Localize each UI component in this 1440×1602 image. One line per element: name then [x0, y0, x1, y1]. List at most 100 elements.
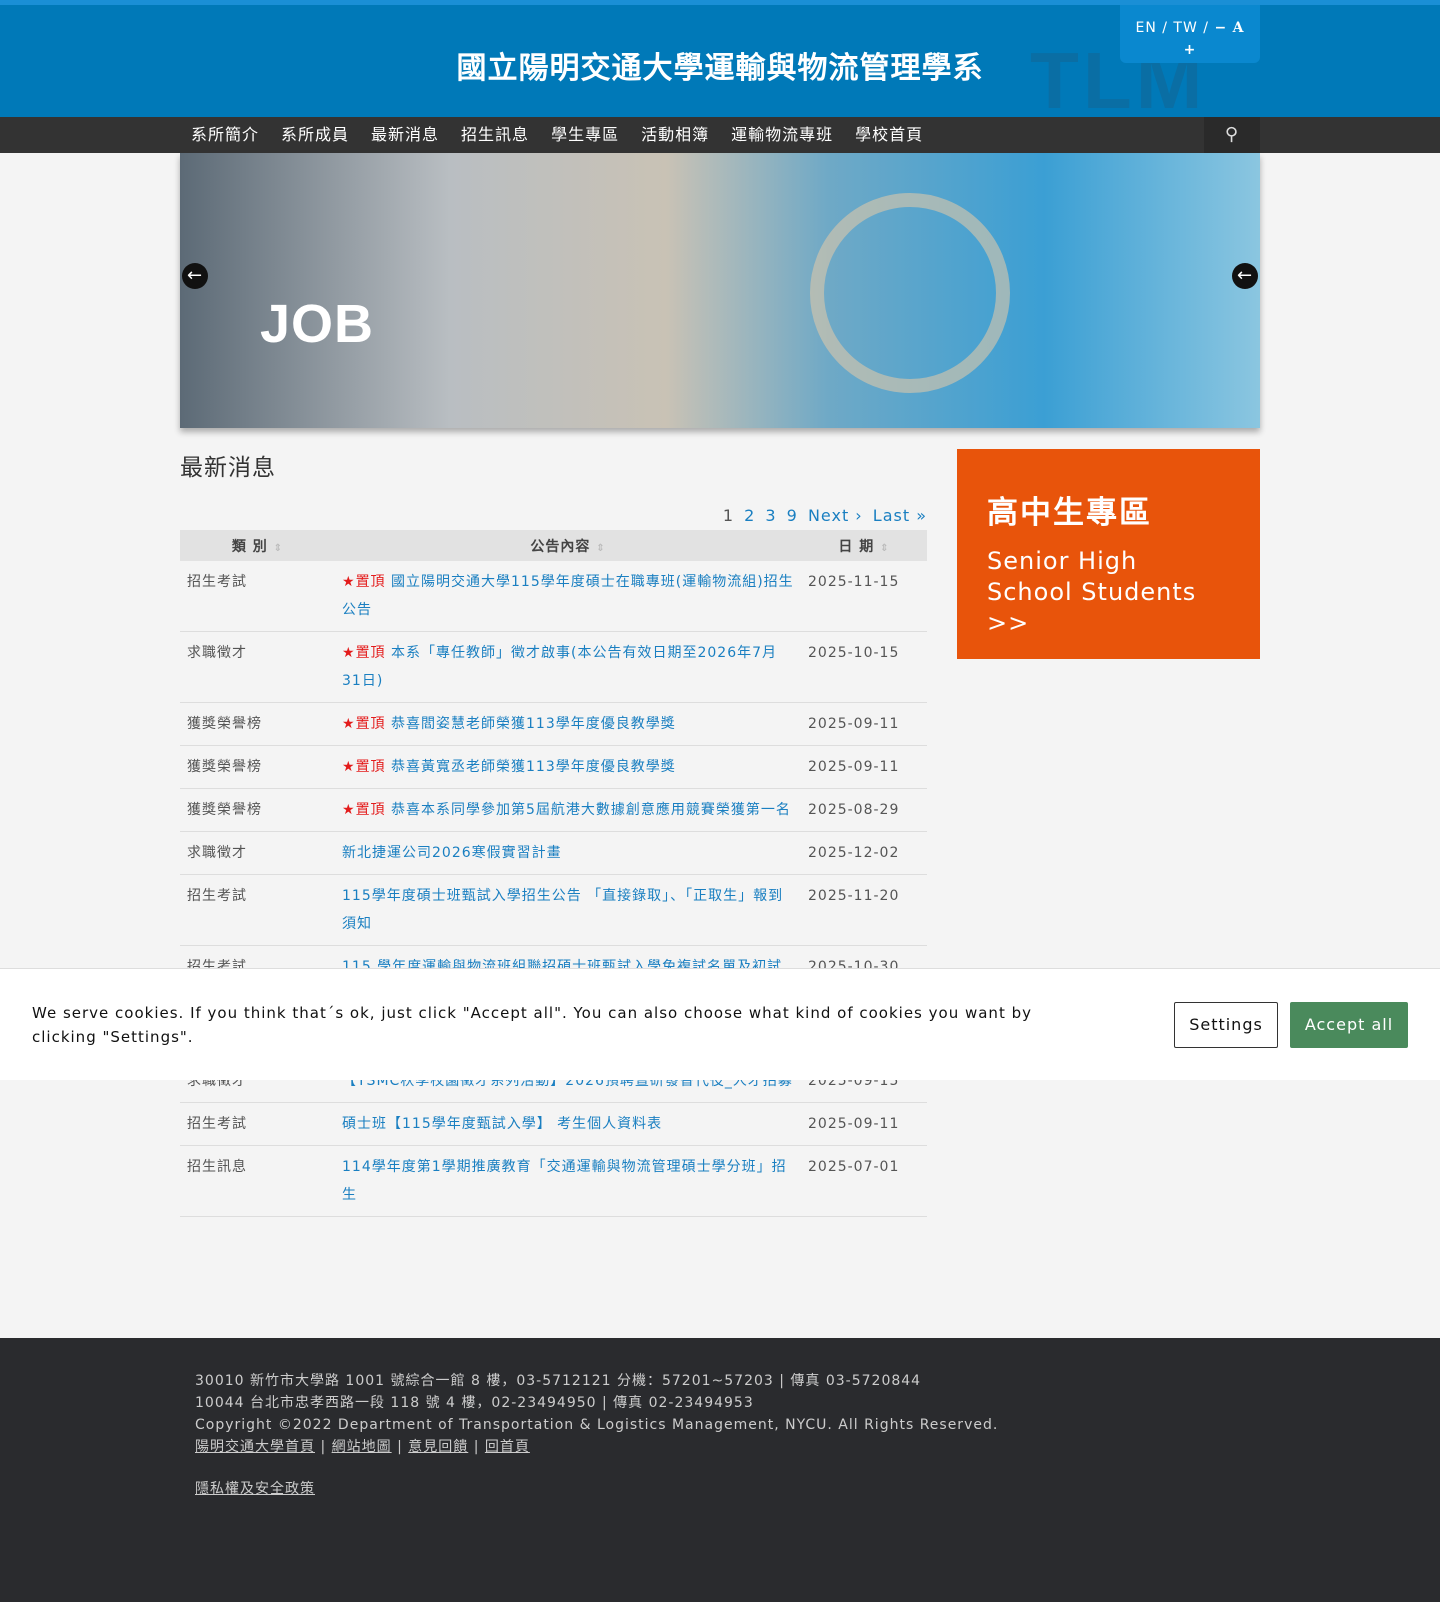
- row-title-link[interactable]: 碩士班【115學年度甄試入學】 考生個人資料表: [342, 1116, 662, 1132]
- page-last[interactable]: Last »: [873, 506, 927, 525]
- row-title-link[interactable]: 恭喜黃寬丞老師榮獲113學年度優良教學獎: [391, 759, 676, 775]
- row-date: 2025-12-02: [801, 831, 927, 875]
- banner-emblem: [810, 193, 1010, 393]
- row-title-link[interactable]: 恭喜本系同學參加第5屆航港大數據創意應用競賽榮獲第一名: [391, 802, 791, 818]
- row-category: 求職徵才: [180, 831, 335, 875]
- carousel-prev-arrow-icon[interactable]: ←: [182, 263, 208, 289]
- row-category: 獲獎榮譽榜: [180, 788, 335, 832]
- row-date: 2025-09-11: [801, 702, 927, 746]
- pin-label: 置頂: [355, 759, 386, 775]
- row-content[interactable]: ★置頂 恭喜黃寬丞老師榮獲113學年度優良教學獎: [335, 745, 801, 789]
- row-title-link[interactable]: 115學年度碩士班甄試入學招生公告 「直接錄取」、「正取生」報到須知: [342, 888, 783, 932]
- footer-link-home[interactable]: 回首頁: [485, 1439, 530, 1455]
- row-date: 2025-09-11: [801, 745, 927, 789]
- row-content[interactable]: ★置頂 國立陽明交通大學115學年度碩士在職專班(運輸物流組)招生公告: [335, 561, 801, 632]
- lang-en-link[interactable]: EN: [1135, 20, 1156, 36]
- news-title: 最新消息: [180, 455, 276, 481]
- pin-star-icon: ★: [342, 574, 356, 590]
- table-row: 招生考試 碩士班【115學年度甄試入學】 考生個人資料表 2025-09-11: [180, 1102, 927, 1146]
- news-table: 類 別 ⇕ 公告內容 ⇕ 日 期 ⇕ 招生考試 ★置頂 國立陽明交通大學115學…: [180, 530, 927, 1217]
- table-row: 招生訊息 114學年度第1學期推廣教育「交通運輸與物流管理碩士學分班」招生 20…: [180, 1145, 927, 1217]
- nav-item[interactable]: 學生專區: [540, 117, 630, 153]
- row-date: 2025-09-11: [801, 1102, 927, 1146]
- nav-item[interactable]: 運輸物流專班: [720, 117, 844, 153]
- row-date: 2025-11-20: [801, 874, 927, 946]
- footer-link-nycu[interactable]: 陽明交通大學首頁: [195, 1439, 315, 1455]
- table-row: 獲獎榮譽榜 ★置頂 恭喜閻姿慧老師榮獲113學年度優良教學獎 2025-09-1…: [180, 702, 927, 746]
- page-2[interactable]: 2: [744, 506, 755, 525]
- row-category: 求職徵才: [180, 631, 335, 703]
- nav-item[interactable]: 活動相簿: [630, 117, 720, 153]
- row-content[interactable]: 114學年度第1學期推廣教育「交通運輸與物流管理碩士學分班」招生: [335, 1145, 801, 1217]
- page-current: 1: [722, 506, 734, 525]
- pin-star-icon: ★: [342, 645, 356, 661]
- footer-address-2: 10044 台北市忠孝西路一段 118 號 4 樓，02-23494950 | …: [195, 1395, 754, 1411]
- row-date: 2025-08-29: [801, 788, 927, 832]
- cookie-text: We serve cookies. If you think that´s ok…: [32, 1004, 1032, 1046]
- language-font-panel: EN / TW / − A +: [1120, 5, 1260, 63]
- cookie-accept-button[interactable]: Accept all: [1290, 1002, 1408, 1048]
- row-title-link[interactable]: 新北捷運公司2026寒假實習計畫: [342, 845, 562, 861]
- site-header: TLM 國立陽明交通大學運輸與物流管理學系 EN / TW / − A +: [0, 5, 1440, 117]
- page-3[interactable]: 3: [765, 506, 776, 525]
- banner-image-text: JOB: [260, 294, 375, 354]
- nav-item[interactable]: 招生訊息: [450, 117, 540, 153]
- row-title-link[interactable]: 本系「專任教師」徵才啟事(本公告有效日期至2026年7月31日): [342, 645, 777, 689]
- table-row: 獲獎榮譽榜 ★置頂 恭喜本系同學參加第5屆航港大數據創意應用競賽榮獲第一名 20…: [180, 788, 927, 832]
- footer-link-feedback[interactable]: 意見回饋: [408, 1439, 468, 1455]
- lang-tw-link[interactable]: TW: [1173, 20, 1197, 36]
- col-date[interactable]: 日 期 ⇕: [801, 530, 927, 561]
- row-category: 招生考試: [180, 561, 335, 632]
- pin-label: 置頂: [355, 574, 386, 590]
- row-category: 招生考試: [180, 1102, 335, 1146]
- row-content[interactable]: 新北捷運公司2026寒假實習計畫: [335, 831, 801, 875]
- font-increase-button[interactable]: +: [1184, 42, 1197, 58]
- col-content[interactable]: 公告內容 ⇕: [335, 530, 801, 561]
- footer-link-sitemap[interactable]: 網站地圖: [332, 1439, 392, 1455]
- row-title-link[interactable]: 恭喜閻姿慧老師榮獲113學年度優良教學獎: [391, 716, 676, 732]
- row-category: 招生考試: [180, 874, 335, 946]
- row-content[interactable]: 115學年度碩士班甄試入學招生公告 「直接錄取」、「正取生」報到須知: [335, 874, 801, 946]
- search-icon[interactable]: ⚲: [1204, 117, 1260, 153]
- sort-icon: ⇕: [880, 542, 890, 554]
- footer-links: 陽明交通大學首頁 | 網站地圖 | 意見回饋 | 回首頁: [195, 1439, 530, 1455]
- sort-icon: ⇕: [596, 542, 606, 554]
- sort-icon: ⇕: [273, 542, 284, 554]
- row-title-link[interactable]: 114學年度第1學期推廣教育「交通運輸與物流管理碩士學分班」招生: [342, 1159, 787, 1203]
- senior-high-subtitle: Senior High School Students >>: [987, 547, 1197, 637]
- pin-star-icon: ★: [342, 759, 356, 775]
- font-size-icon: A: [1232, 20, 1245, 36]
- row-content[interactable]: ★置頂 本系「專任教師」徵才啟事(本公告有效日期至2026年7月31日): [335, 631, 801, 703]
- row-date: 2025-07-01: [801, 1145, 927, 1217]
- senior-high-title: 高中生專區: [987, 495, 1152, 531]
- row-content[interactable]: ★置頂 恭喜閻姿慧老師榮獲113學年度優良教學獎: [335, 702, 801, 746]
- table-row: 招生考試 115學年度碩士班甄試入學招生公告 「直接錄取」、「正取生」報到須知 …: [180, 874, 927, 946]
- senior-high-banner[interactable]: 高中生專區 Senior High School Students >>: [957, 449, 1260, 659]
- table-row: 求職徵才 新北捷運公司2026寒假實習計畫 2025-12-02: [180, 831, 927, 875]
- pagination: 1 2 3 9 Next › Last »: [723, 506, 927, 525]
- footer: 30010 新竹市大學路 1001 號綜合一館 8 樓，03-5712121 分…: [0, 1338, 1440, 1602]
- row-date: 2025-11-15: [801, 561, 927, 632]
- font-decrease-button[interactable]: −: [1214, 20, 1227, 36]
- row-content[interactable]: ★置頂 恭喜本系同學參加第5屆航港大數據創意應用競賽榮獲第一名: [335, 788, 801, 832]
- nav-item[interactable]: 最新消息: [360, 117, 450, 153]
- cookie-settings-button[interactable]: Settings: [1174, 1002, 1278, 1048]
- nav-item[interactable]: 系所成員: [270, 117, 360, 153]
- row-category: 招生訊息: [180, 1145, 335, 1217]
- nav-item[interactable]: 系所簡介: [180, 117, 270, 153]
- hero-carousel: JOB ← ←: [180, 153, 1260, 428]
- table-row: 求職徵才 ★置頂 本系「專任教師」徵才啟事(本公告有效日期至2026年7月31日…: [180, 631, 927, 703]
- pin-label: 置頂: [355, 802, 386, 818]
- carousel-next-arrow-icon[interactable]: ←: [1232, 263, 1258, 289]
- page-9[interactable]: 9: [787, 506, 798, 525]
- row-category: 獲獎榮譽榜: [180, 702, 335, 746]
- row-title-link[interactable]: 國立陽明交通大學115學年度碩士在職專班(運輸物流組)招生公告: [342, 574, 794, 618]
- page-next[interactable]: Next ›: [808, 506, 863, 525]
- nav-item[interactable]: 學校首頁: [844, 117, 934, 153]
- row-category: 獲獎榮譽榜: [180, 745, 335, 789]
- footer-address-1: 30010 新竹市大學路 1001 號綜合一館 8 樓，03-5712121 分…: [195, 1373, 922, 1389]
- col-category[interactable]: 類 別 ⇕: [180, 530, 335, 561]
- footer-privacy-link[interactable]: 隱私權及安全政策: [195, 1481, 315, 1497]
- pin-label: 置頂: [355, 645, 386, 661]
- row-content[interactable]: 碩士班【115學年度甄試入學】 考生個人資料表: [335, 1102, 801, 1146]
